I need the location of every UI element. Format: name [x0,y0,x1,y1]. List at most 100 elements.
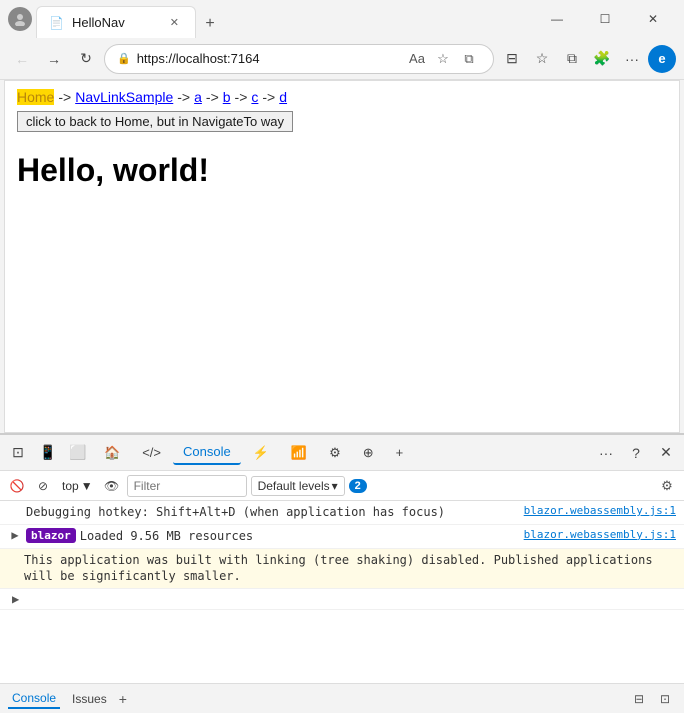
more-tools-button[interactable]: ··· [618,45,646,73]
tab-area: 📄 HelloNav ✕ + [36,0,530,38]
new-tab-button[interactable]: + [196,10,224,38]
bottom-icon-2[interactable]: ⊡ [654,688,676,710]
edge-profile-icon[interactable]: e [648,45,676,73]
minimize-button[interactable]: — [534,3,580,35]
tab-favicon: 📄 [49,16,64,30]
tab-search-icon[interactable]: ⊟ [498,45,526,73]
devtools-close-button[interactable]: ✕ [652,439,680,467]
maximize-button[interactable]: ☐ [582,3,628,35]
breadcrumb-sep5: -> [262,89,275,105]
level-dropdown-icon: ▾ [332,479,338,493]
level-label: Default levels [258,479,330,493]
tab-close-button[interactable]: ✕ [166,14,183,31]
console-expand-row[interactable]: ▶ [0,589,684,610]
bottom-icon-1[interactable]: ⊟ [628,688,650,710]
row-expand-icon[interactable]: ▶ [8,528,22,542]
address-icons: Aa ☆ ⧉ [405,47,481,71]
breadcrumb-sep3: -> [206,89,219,105]
url-text: https://localhost:7164 [137,51,399,66]
breadcrumb-d[interactable]: d [279,89,287,105]
context-dropdown-icon: ▼ [81,479,93,493]
breadcrumb-sep1: -> [58,89,71,105]
devtools-inspect-icon[interactable]: ⊡ [4,439,32,467]
tab-settings3[interactable]: ⚙ [319,441,351,465]
devtools-dock-icon[interactable]: ⬜ [64,439,92,467]
address-input[interactable]: 🔒 https://localhost:7164 Aa ☆ ⧉ [104,44,494,74]
elements-tab-label: 🏠 [104,445,120,461]
console-filter-toggle[interactable]: ⊘ [32,475,54,497]
console-filter-input[interactable] [127,475,247,497]
tab-performance[interactable]: ⚡ [243,441,279,465]
console-tab-label: Console [183,444,231,459]
address-bar: ← → ↻ 🔒 https://localhost:7164 Aa ☆ ⧉ ⊟ … [0,38,684,80]
favorites-bar-icon[interactable]: ☆ [528,45,556,73]
bottom-add-tab-button[interactable]: + [119,691,127,707]
bottom-tab-console[interactable]: Console [8,689,60,709]
devtools-toolbar: ⊡ 📱 ⬜ 🏠 </> Console ⚡ 📶 ⚙ ⊕ + ··· ? ✕ [0,435,684,471]
devtools-help-button[interactable]: ? [622,439,650,467]
context-label: top [62,479,79,493]
console-message-text: Loaded 9.56 MB resources [80,528,520,545]
console-eye-button[interactable]: 👁 [101,475,123,497]
bottom-tab-issues[interactable]: Issues [68,690,111,708]
breadcrumb-c[interactable]: c [251,89,258,105]
console-badge-count: 2 [349,479,367,493]
hello-world-heading: Hello, world! [17,152,667,189]
console-settings-icon[interactable]: ⚙ [656,475,678,497]
profile-avatar[interactable] [8,7,32,31]
console-source-link[interactable]: blazor.webassembly.js:1 [524,528,676,541]
console-level-selector[interactable]: Default levels ▾ [251,476,345,496]
favorites-icon[interactable]: ☆ [431,47,455,71]
tab-sources[interactable]: </> [132,441,171,464]
devtools-bottom-bar: Console Issues + ⊟ ⊡ [0,683,684,713]
tab-elements[interactable]: 🏠 [94,441,130,465]
tab-title: HelloNav [72,15,158,30]
row-expand-icon [8,504,22,518]
split-screen-icon[interactable]: ⧉ [558,45,586,73]
tab-more[interactable]: + [386,441,414,464]
title-bar: 📄 HelloNav ✕ + — ☐ ✕ [0,0,684,38]
console-toolbar: 🚫 ⊘ top ▼ 👁 Default levels ▾ 2 ⚙ [0,471,684,501]
console-message-text: Debugging hotkey: Shift+Alt+D (when appl… [26,504,520,521]
refresh-button[interactable]: ↻ [72,45,100,73]
breadcrumb: Home -> NavLinkSample -> a -> b -> c -> … [17,89,667,105]
console-source-link[interactable]: blazor.webassembly.js:1 [524,504,676,517]
extensions-icon[interactable]: 🧩 [588,45,616,73]
console-row: ▶ blazor Loaded 9.56 MB resources blazor… [0,525,684,549]
devtools-device-icon[interactable]: 📱 [34,439,62,467]
browser-tab[interactable]: 📄 HelloNav ✕ [36,6,196,38]
console-context-selector[interactable]: top ▼ [58,477,97,495]
devtools-panel: ⊡ 📱 ⬜ 🏠 </> Console ⚡ 📶 ⚙ ⊕ + ··· ? ✕ [0,433,684,713]
tab-console[interactable]: Console [173,440,241,465]
expand-icon[interactable]: ▶ [12,592,19,606]
collections-icon[interactable]: ⧉ [457,47,481,71]
tab-network[interactable]: 📶 [281,441,317,465]
breadcrumb-sep2: -> [177,89,190,105]
page-content: Home -> NavLinkSample -> a -> b -> c -> … [4,80,680,433]
tab-lighthouse[interactable]: ⊕ [353,441,384,465]
lock-icon: 🔒 [117,52,131,65]
back-button[interactable]: ← [8,45,36,73]
close-button[interactable]: ✕ [630,3,676,35]
devtools-more-button[interactable]: ··· [592,439,620,467]
title-bar-left [8,7,32,31]
console-body: Debugging hotkey: Shift+Alt+D (when appl… [0,501,684,683]
blazor-badge: blazor [26,528,76,543]
breadcrumb-sep4: -> [235,89,248,105]
browser-window: 📄 HelloNav ✕ + — ☐ ✕ ← → ↻ 🔒 https://loc… [0,0,684,713]
breadcrumb-a[interactable]: a [194,89,202,105]
breadcrumb-home-link[interactable]: Home [17,89,54,105]
breadcrumb-b[interactable]: b [223,89,231,105]
console-row: Debugging hotkey: Shift+Alt+D (when appl… [0,501,684,525]
window-controls: — ☐ ✕ [534,3,676,35]
bottom-right-icons: ⊟ ⊡ [628,688,676,710]
toolbar-icons: ⊟ ☆ ⧉ 🧩 ··· e [498,45,676,73]
navigate-to-home-button[interactable]: click to back to Home, but in NavigateTo… [17,111,293,132]
devtools-right-icons: ··· ? ✕ [592,439,680,467]
read-mode-icon[interactable]: Aa [405,47,429,71]
breadcrumb-navlink[interactable]: NavLinkSample [75,89,173,105]
forward-button[interactable]: → [40,45,68,73]
console-warning-text: This application was built with linking … [24,552,676,586]
console-warning-row: This application was built with linking … [0,549,684,590]
console-clear-button[interactable]: 🚫 [6,475,28,497]
